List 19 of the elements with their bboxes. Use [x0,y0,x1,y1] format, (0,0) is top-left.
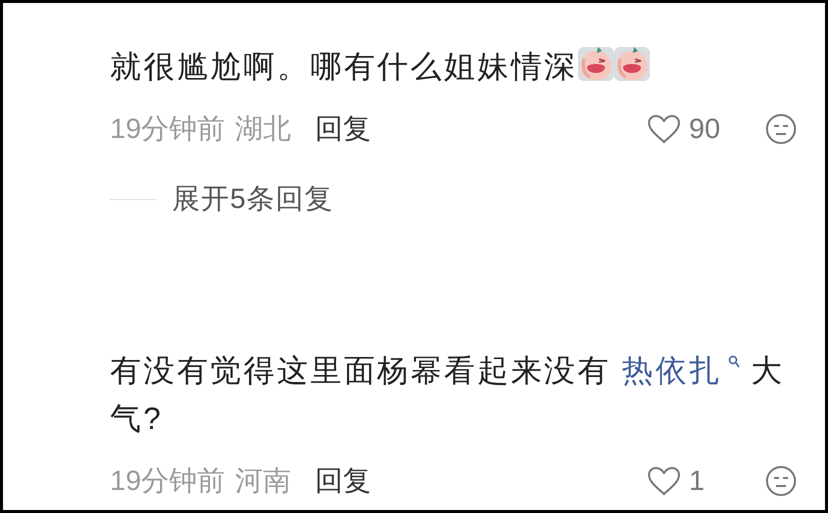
crying-face-emoji-icon [578,45,614,81]
keyword-link[interactable]: 热依扎 [622,353,740,388]
neutral-face-icon[interactable] [765,465,797,497]
search-icon [728,355,740,369]
comment-location: 河南 [235,467,292,495]
comment-time: 19分钟前 [110,467,226,495]
reply-button[interactable]: 回复 [315,467,372,495]
like-count: 90 [689,115,722,143]
heart-icon[interactable] [647,466,681,496]
like-count: 1 [689,467,706,495]
expand-replies-button[interactable]: 展开5条回复 [172,185,334,213]
neutral-face-icon[interactable] [765,113,797,145]
heart-icon[interactable] [647,114,681,144]
comment-location: 湖北 [235,115,292,143]
reply-button[interactable]: 回复 [315,115,372,143]
comment-text: 就很尴尬啊。哪有什么姐妹情深 [110,43,797,91]
comment-text: 有没有觉得这里面杨幂看起来没有 热依扎 大气? [110,352,786,438]
comment-time: 19分钟前 [110,115,226,143]
crying-face-emoji-icon [614,45,650,81]
